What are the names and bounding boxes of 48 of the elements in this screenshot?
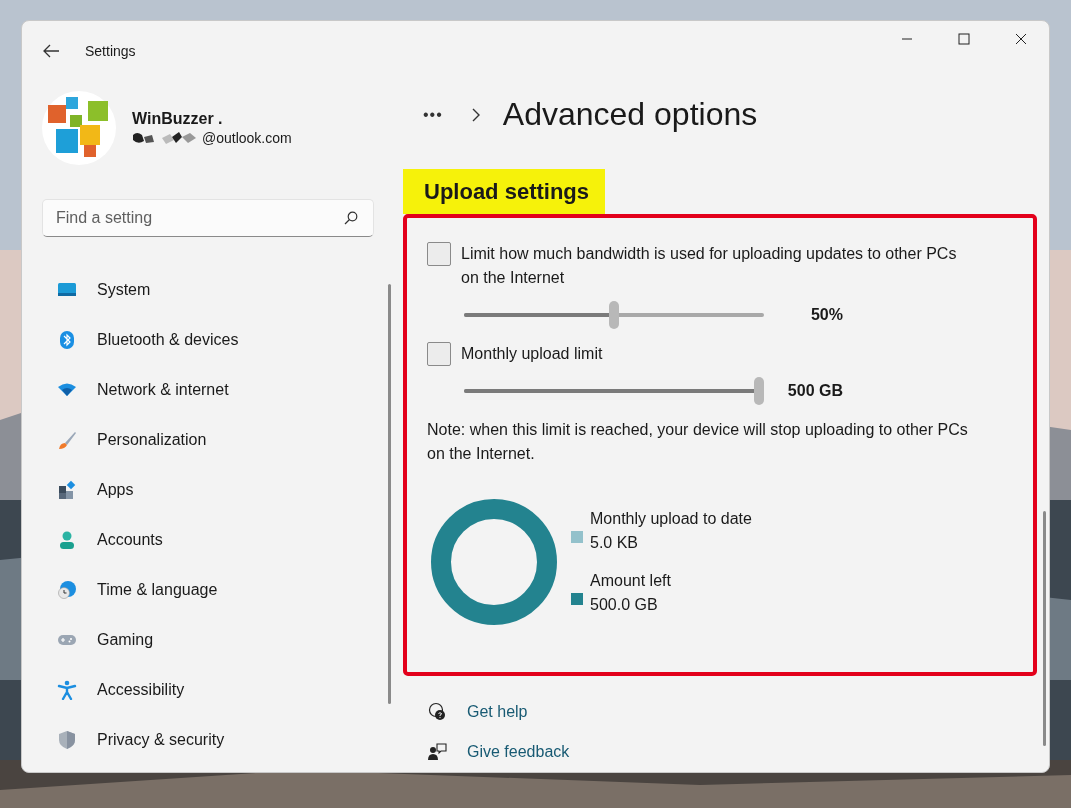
bluetooth-icon [57, 330, 77, 350]
help-icon [427, 702, 447, 722]
slider-value: 500 GB [786, 381, 843, 400]
paintbrush-icon [57, 430, 77, 450]
nav-item[interactable]: Personalization [22, 415, 393, 465]
account-email: @outlook.com [202, 130, 292, 146]
nav-item[interactable]: Bluetooth & devices [22, 315, 393, 365]
note-text: Note: when this limit is reached, your device will stop uploading to other PCs on the Internet. [427, 419, 969, 464]
slider-value: 50% [809, 305, 843, 324]
nav-item[interactable]: Time & language [22, 565, 393, 615]
nav-item[interactable]: Accounts [22, 515, 393, 565]
section-title: Upload settings [403, 168, 605, 214]
close-icon[interactable] [1014, 33, 1027, 45]
account-name: WinBuzzer . [132, 110, 224, 128]
nav-item[interactable]: System [22, 265, 393, 315]
legend-label: Amount left [590, 570, 671, 591]
legend-label: Monthly upload to date [590, 508, 752, 529]
globe-clock-icon [57, 580, 77, 600]
checkbox[interactable] [427, 341, 451, 366]
nav-item[interactable]: Network & internet [22, 365, 393, 415]
slider[interactable] [464, 300, 764, 329]
search-icon[interactable] [344, 211, 358, 225]
nav-item[interactable]: Apps [22, 465, 393, 515]
checkbox-label: Monthly upload limit [461, 343, 603, 364]
window-title: Settings [85, 43, 136, 59]
feedback-icon [427, 742, 447, 762]
scrollbar[interactable] [388, 284, 391, 704]
page-title: Advanced options [502, 96, 758, 134]
person-icon [57, 530, 77, 550]
checkbox-label: Limit how much bandwidth is used for uploading updates to other PCs on the Internet [461, 243, 958, 288]
nav-item[interactable]: Privacy & security [22, 715, 393, 765]
chevron-icon [470, 106, 481, 123]
legend-value: 5.0 KB [590, 532, 640, 553]
search-field[interactable]: Find a setting [42, 199, 374, 237]
nav-item[interactable]: Gaming [22, 615, 393, 665]
legend-value: 500.0 GB [590, 594, 659, 615]
checkbox[interactable] [427, 241, 451, 266]
accessibility-icon [57, 680, 77, 700]
maximize-icon[interactable] [957, 33, 970, 45]
shield-icon [57, 730, 77, 750]
apps-icon [57, 480, 77, 500]
link[interactable]: Get help [467, 703, 528, 721]
back-icon[interactable] [42, 44, 60, 58]
nav-item[interactable]: Accessibility [22, 665, 393, 715]
slider[interactable] [464, 376, 764, 405]
overflow-button[interactable]: ••• [423, 105, 443, 124]
scrollbar[interactable] [1043, 511, 1046, 746]
link[interactable]: Give feedback [467, 743, 570, 761]
